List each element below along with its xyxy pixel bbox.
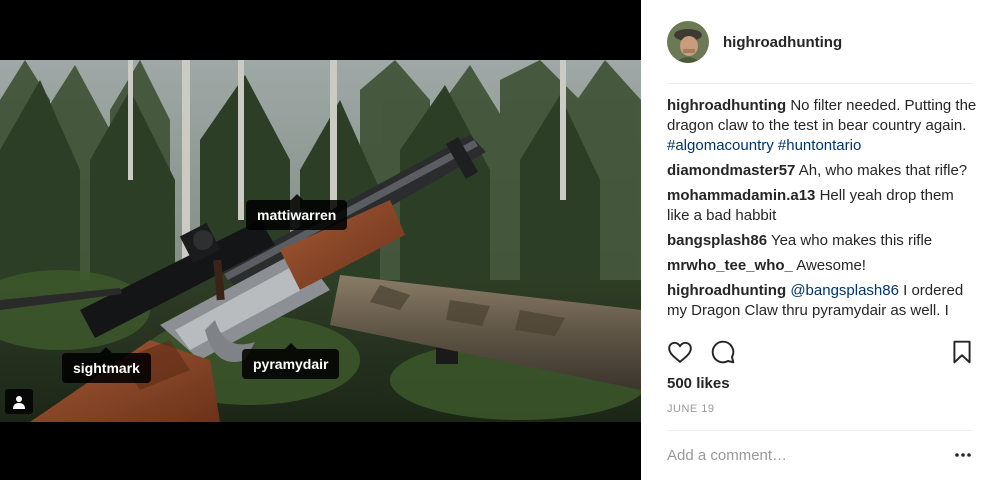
photo-tag-sightmark[interactable]: sightmark — [62, 347, 151, 383]
like-button[interactable] — [667, 339, 695, 367]
photo-tag-pyramydair[interactable]: pyramydair — [242, 343, 340, 379]
avatar[interactable] — [667, 21, 709, 63]
comment-username[interactable]: diamondmaster57 — [667, 162, 795, 179]
comment-username[interactable]: bangsplash86 — [667, 232, 767, 249]
user-tags-button[interactable] — [5, 389, 33, 414]
bookmark-icon — [953, 340, 971, 364]
post-header: highroadhunting — [641, 0, 1000, 84]
comment-item: diamondmaster57 Ah, who makes that rifle… — [667, 161, 977, 181]
comment-link[interactable]: #huntontario — [778, 137, 861, 154]
likes-count[interactable]: 500 likes — [667, 375, 730, 392]
more-options-icon — [955, 453, 971, 457]
comment-link[interactable]: @bangsplash86 — [790, 282, 899, 299]
add-comment-bar — [667, 430, 974, 480]
comment-username[interactable]: mohammadamin.a13 — [667, 187, 815, 204]
comment-username[interactable]: highroadhunting — [667, 282, 786, 299]
post-media: mattiwarren sightmark pyramydair — [0, 0, 641, 480]
comment-text: Ah, who makes that rifle? — [798, 162, 968, 179]
comment-item: mohammadamin.a13 Hell yeah drop them lik… — [667, 186, 977, 226]
header-username[interactable]: highroadhunting — [723, 34, 842, 51]
avatar-image — [667, 21, 709, 63]
photo-tag-mattiwarren[interactable]: mattiwarren — [246, 194, 348, 230]
comment-text: Yea who makes this rifle — [770, 232, 933, 249]
person-icon — [13, 395, 25, 409]
save-button[interactable] — [949, 339, 977, 367]
comment-button[interactable] — [710, 339, 738, 367]
comment-item: mrwho_tee_who_ Awesome! — [667, 256, 977, 276]
more-options-button[interactable] — [952, 444, 974, 466]
post-side-panel: highroadhunting highroadhunting No filte… — [641, 0, 1000, 480]
comment-link[interactable]: #algomacountry — [667, 137, 774, 154]
comment-text: Awesome! — [796, 257, 866, 274]
comments-list: highroadhunting No filter needed. Puttin… — [667, 96, 977, 327]
action-bar — [667, 339, 977, 369]
comment-bubble-icon — [711, 340, 735, 364]
add-comment-input[interactable] — [667, 446, 952, 464]
post-date: JUNE 19 — [667, 403, 715, 415]
heart-icon — [668, 341, 692, 363]
comment-username[interactable]: highroadhunting — [667, 97, 786, 114]
post-photo[interactable]: mattiwarren sightmark pyramydair — [0, 60, 641, 422]
comment-item: highroadhunting @bangsplash86 I ordered … — [667, 281, 977, 321]
comment-username[interactable]: mrwho_tee_who_ — [667, 257, 793, 274]
comment-item: highroadhunting No filter needed. Puttin… — [667, 96, 977, 156]
comment-item: bangsplash86 Yea who makes this rifle — [667, 231, 977, 251]
